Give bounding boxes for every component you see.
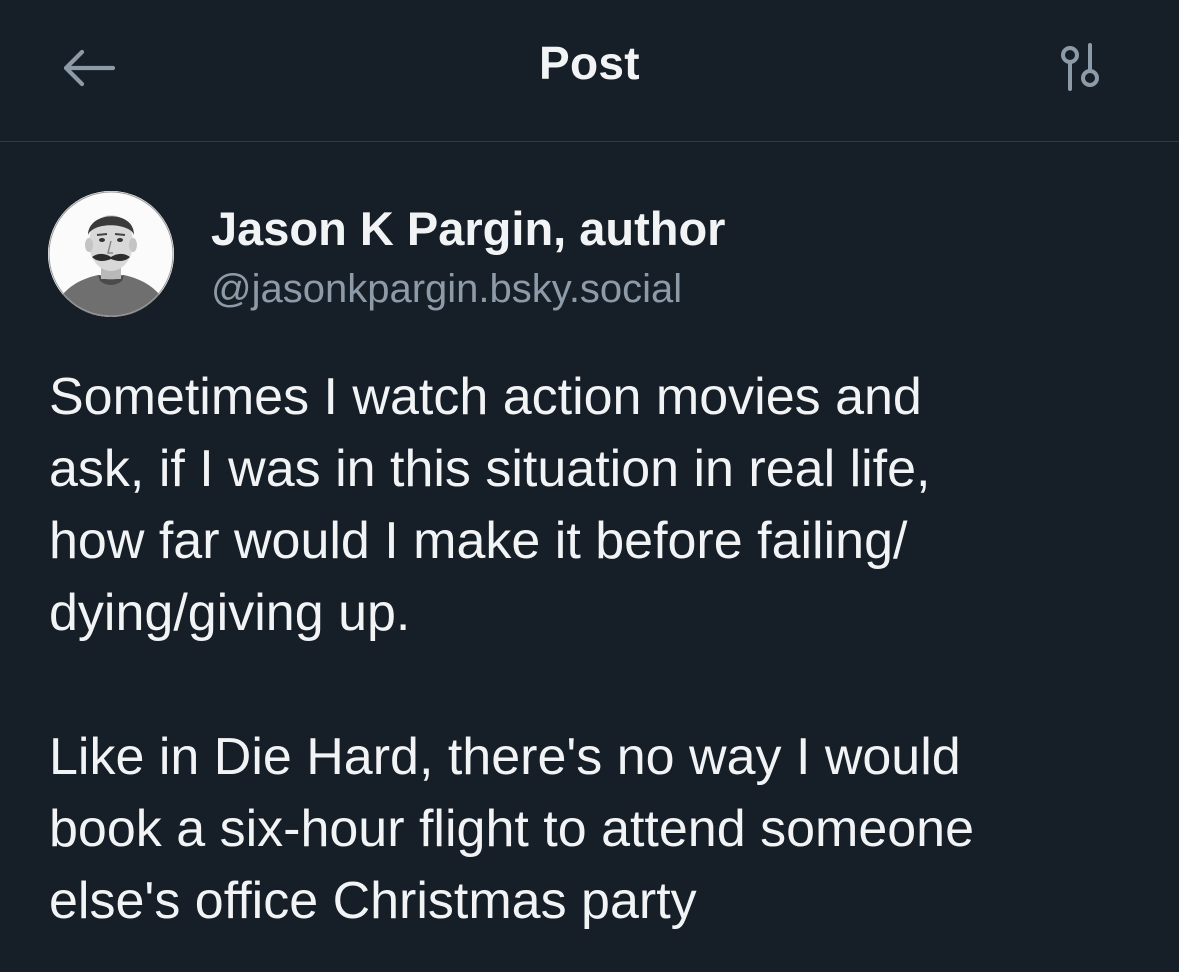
- author-portrait-image: [48, 191, 174, 317]
- avatar[interactable]: [48, 191, 174, 317]
- post-paragraph: Like in Die Hard, there's no way I would…: [49, 728, 975, 930]
- author-display-name[interactable]: Jason K Pargin, author: [211, 201, 725, 256]
- post-paragraph: Sometimes I watch action movies and ask,…: [49, 368, 931, 642]
- page-title: Post: [539, 37, 640, 89]
- author-handle[interactable]: @jasonkpargin.bsky.social: [211, 267, 682, 312]
- thread-settings-button[interactable]: [1045, 34, 1115, 100]
- post-text: Sometimes I watch action movies and ask,…: [49, 361, 1149, 937]
- sliders-icon: [1061, 43, 1099, 91]
- top-bar: Post: [0, 0, 1179, 142]
